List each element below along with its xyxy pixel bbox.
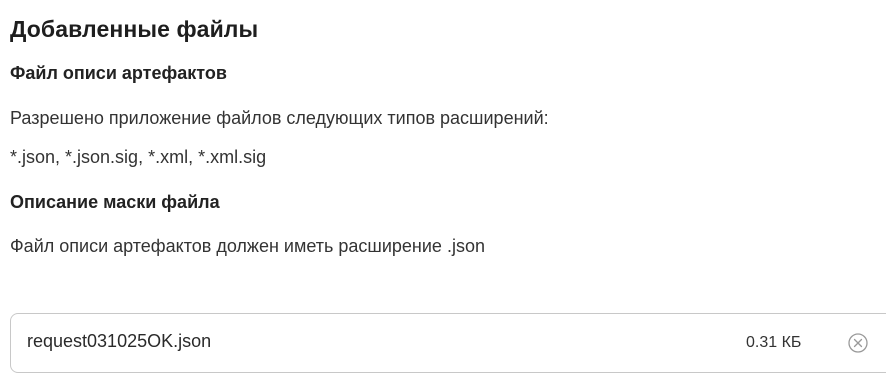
remove-file-icon[interactable] <box>847 332 869 354</box>
close-circle-icon <box>848 333 868 353</box>
added-files-section: Добавленные файлы Файл описи артефактов … <box>10 0 886 373</box>
uploaded-file-item: request031025OK.json 0.31 КБ <box>10 313 886 373</box>
file-mask-description: Файл описи артефактов должен иметь расши… <box>10 236 485 256</box>
allowed-extensions-text: *.json, *.json.sig, *.xml, *.xml.sig <box>10 147 267 167</box>
allowed-types-text: Разрешено приложение файлов следующих ти… <box>10 108 549 128</box>
file-name: request031025OK.json <box>27 331 212 351</box>
file-mask-heading: Описание маски файла <box>10 192 220 212</box>
inventory-file-heading: Файл описи артефактов <box>10 63 227 83</box>
section-title: Добавленные файлы <box>10 16 259 42</box>
file-size: 0.31 КБ <box>746 334 802 351</box>
